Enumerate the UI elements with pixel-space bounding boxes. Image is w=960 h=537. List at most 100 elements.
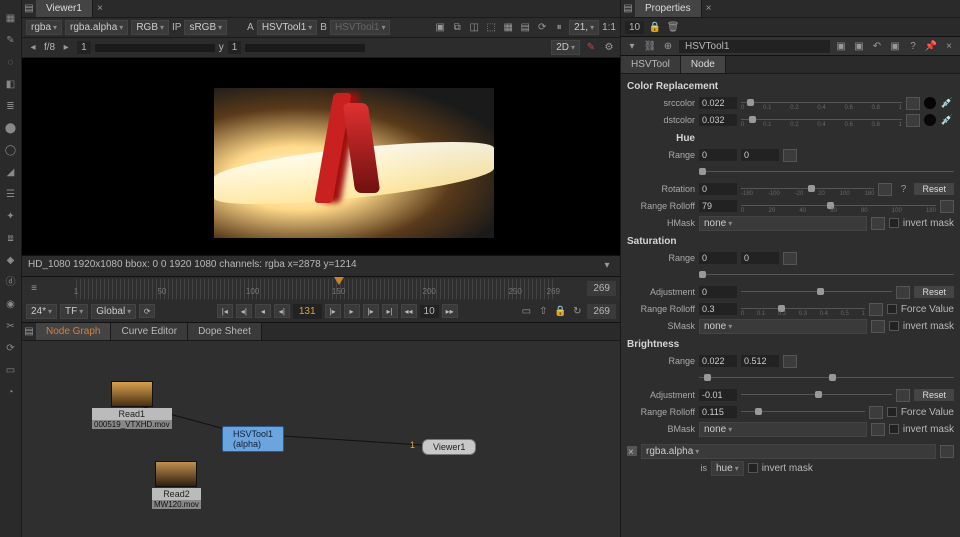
wipe-icon[interactable]: ◫ — [467, 21, 481, 35]
roi-icon[interactable]: ▣ — [433, 21, 447, 35]
tool-icon[interactable]: ◔ — [2, 384, 20, 402]
sync-dd[interactable]: Global — [91, 304, 136, 319]
link-button[interactable] — [871, 217, 885, 230]
dstcolor-value[interactable]: 0.032 — [699, 114, 737, 126]
btn-icon[interactable]: ▣ — [834, 39, 848, 53]
loop-icon[interactable]: ↻ — [570, 304, 584, 318]
bri-adj-slider[interactable] — [741, 390, 892, 400]
safe-icon[interactable]: ▤ — [518, 21, 532, 35]
color-swatch[interactable] — [924, 97, 936, 109]
rotation-slider[interactable]: -180-100-2020100180 — [741, 184, 874, 194]
playhead-icon[interactable] — [334, 277, 344, 285]
mask-icon[interactable]: ⬚ — [484, 21, 498, 35]
sat-rolloff-slider[interactable]: 00.10.20.30.40.51 — [741, 304, 865, 314]
forceval-checkbox[interactable] — [887, 304, 897, 314]
mask-mode-dd[interactable]: hue — [711, 461, 744, 476]
sat-adj-value[interactable]: 0 — [699, 286, 737, 298]
step-back-button[interactable]: ◂| — [274, 304, 290, 318]
tab-close-icon[interactable]: × — [702, 2, 716, 16]
btn-icon[interactable]: ▣ — [888, 39, 902, 53]
range-icon[interactable]: ▭ — [519, 304, 533, 318]
layer-dd[interactable]: rgba.alpha — [65, 20, 128, 35]
guides-icon[interactable]: ▦ — [501, 21, 515, 35]
subtab-hsvtool[interactable]: HSVTool — [621, 56, 681, 73]
reset-button[interactable]: Reset — [914, 286, 954, 298]
revert-icon[interactable]: ↶ — [870, 39, 884, 53]
link-button[interactable] — [940, 445, 954, 458]
viewport[interactable] — [22, 58, 620, 255]
tab-dopesheet[interactable]: Dope Sheet — [188, 323, 262, 340]
reset-button[interactable]: Reset — [914, 183, 954, 195]
refresh-icon[interactable]: ⟳ — [139, 304, 155, 318]
rotation-value[interactable]: 0 — [699, 183, 737, 195]
projection-dd[interactable]: 2D — [551, 40, 580, 55]
last-frame-button[interactable]: ▸| — [382, 304, 398, 318]
read1-node[interactable]: Read1 000519_VTXHD.mov — [92, 381, 172, 429]
hue-rolloff-slider[interactable]: 020406080100180 — [741, 201, 936, 211]
timeline-menu-icon[interactable]: ≡ — [22, 282, 46, 296]
pane-menu-icon[interactable]: ▤ — [22, 324, 36, 338]
invert-checkbox[interactable] — [748, 463, 758, 473]
end-frame[interactable]: 269 — [587, 281, 616, 296]
tab-nodegraph[interactable]: Node Graph — [36, 323, 111, 340]
anim-button[interactable] — [906, 97, 920, 110]
center-icon[interactable]: ⊕ — [661, 39, 675, 53]
exposure-slider[interactable] — [95, 44, 215, 52]
sat-range-hi[interactable]: 0 — [741, 252, 779, 264]
proxy-icon[interactable]: ⧉ — [450, 21, 464, 35]
pin-icon[interactable]: 📌 — [924, 39, 938, 53]
record-icon[interactable]: ✎ — [584, 41, 598, 55]
play-button[interactable]: ▸ — [344, 304, 360, 318]
sat-rolloff-value[interactable]: 0.3 — [699, 303, 737, 315]
forceval-checkbox[interactable] — [887, 407, 897, 417]
tool-icon[interactable]: ◉ — [2, 296, 20, 314]
node-name-field[interactable]: HSVTool1 — [679, 40, 830, 53]
tool-icon[interactable]: ⧈ — [2, 230, 20, 248]
pane-menu-icon[interactable]: ▤ — [621, 2, 635, 16]
smask-dd[interactable]: none — [699, 319, 867, 334]
mask-channel-dd[interactable]: rgba.alpha — [641, 444, 936, 459]
link-button[interactable] — [871, 423, 885, 436]
tab-curveeditor[interactable]: Curve Editor — [111, 323, 188, 340]
close-pane-icon[interactable]: ▤ — [22, 2, 36, 16]
read2-node[interactable]: Read2 MW120.mov — [152, 461, 201, 509]
hue-range-slider[interactable] — [699, 167, 954, 177]
gamma-slider[interactable] — [245, 44, 365, 52]
fstop-value[interactable]: 1 — [77, 41, 91, 54]
sat-range-slider[interactable] — [699, 270, 954, 280]
mask-enable-checkbox[interactable]: × — [627, 446, 637, 456]
clear-icon[interactable]: 🗑 — [666, 20, 680, 34]
bri-rolloff-value[interactable]: 0.115 — [699, 406, 737, 418]
chevron-left-icon[interactable]: ◂ — [26, 41, 40, 55]
tf-dd[interactable]: TF — [60, 304, 88, 319]
tool-icon[interactable]: ⬤ — [2, 120, 20, 138]
input-b-dd[interactable]: HSVTool1 — [330, 20, 390, 35]
hue-range-lo[interactable]: 0 — [699, 149, 737, 161]
help-icon[interactable]: ? — [906, 39, 920, 53]
help-icon[interactable]: ? — [896, 182, 910, 196]
pause-icon[interactable]: ⏸ — [552, 21, 566, 35]
tool-icon[interactable]: ✂ — [2, 318, 20, 336]
input-a-dd[interactable]: HSVTool1 — [257, 20, 317, 35]
panel-count[interactable]: 10 — [625, 21, 644, 34]
play-rev-button[interactable]: ◂ — [255, 304, 271, 318]
anim-button[interactable] — [783, 355, 797, 368]
tool-icon[interactable]: ⟳ — [2, 340, 20, 358]
sat-range-lo[interactable]: 0 — [699, 252, 737, 264]
bri-rolloff-slider[interactable] — [741, 407, 865, 417]
chevron-right-icon[interactable]: ▸ — [59, 41, 73, 55]
anim-button[interactable] — [783, 252, 797, 265]
dstcolor-slider[interactable]: 00.10.20.40.60.81 — [741, 115, 902, 125]
tool-icon[interactable]: ◆ — [2, 252, 20, 270]
export-icon[interactable]: ⇧ — [536, 304, 550, 318]
invert-checkbox[interactable] — [889, 321, 899, 331]
hsvtool-node[interactable]: HSVTool1 (alpha) — [222, 426, 284, 452]
hmask-dd[interactable]: none — [699, 216, 867, 231]
bri-range-lo[interactable]: 0.022 — [699, 355, 737, 367]
display-dd[interactable]: sRGB — [184, 20, 227, 35]
zoom-dd[interactable]: 21, — [569, 20, 599, 35]
invert-checkbox[interactable] — [889, 424, 899, 434]
timeline-ruler[interactable]: 1 50 100 150 200 250 269 — [76, 279, 553, 299]
tool-icon[interactable]: ✎ — [2, 32, 20, 50]
color-swatch[interactable] — [924, 114, 936, 126]
